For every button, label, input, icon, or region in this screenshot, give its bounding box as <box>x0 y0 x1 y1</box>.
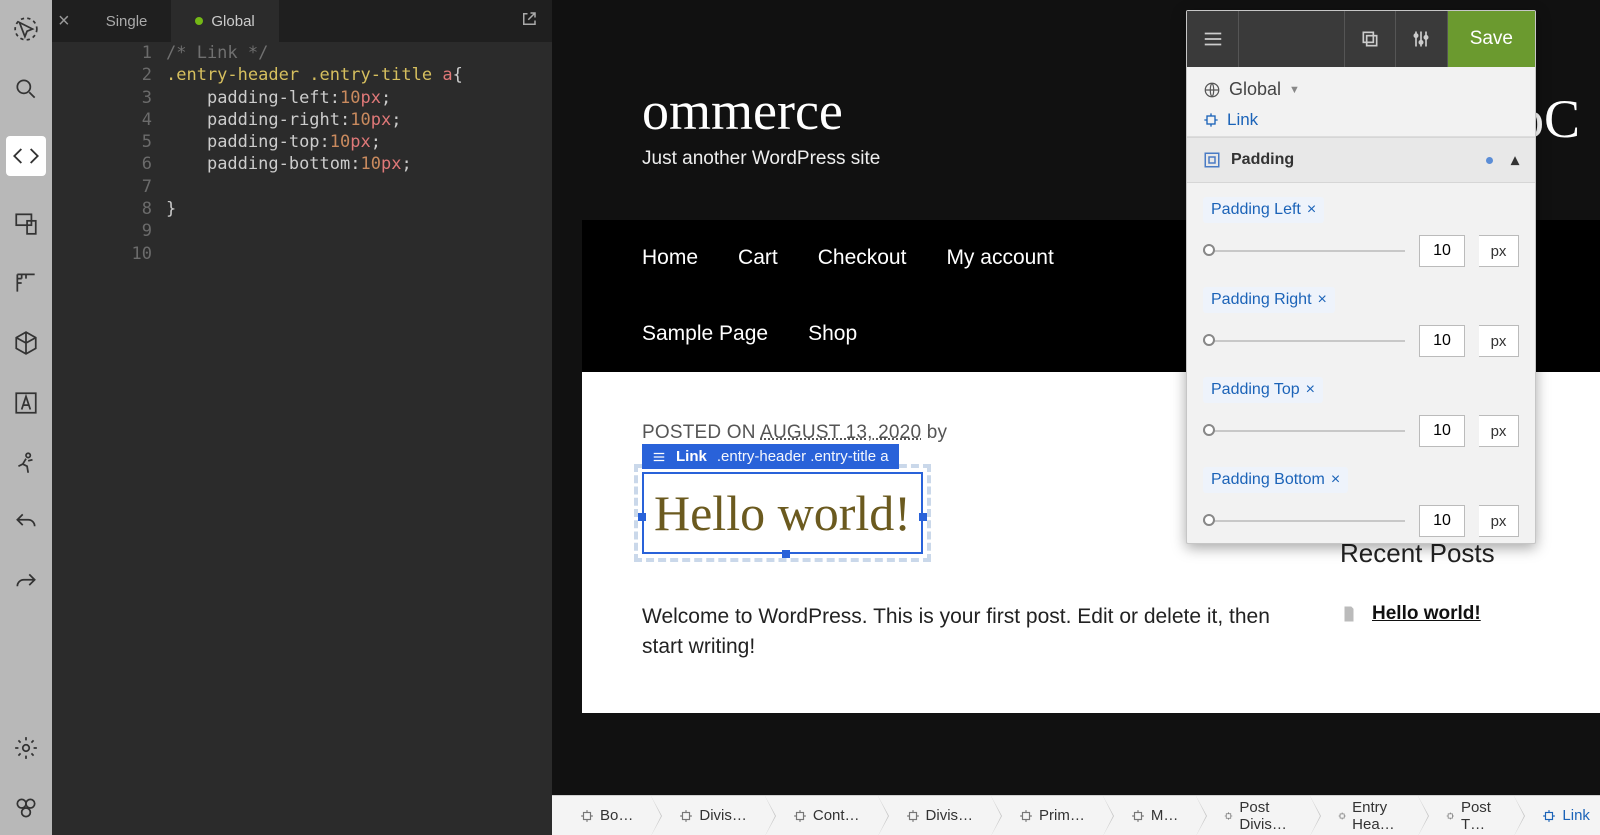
breadcrumb-item[interactable]: Bo… <box>552 796 651 835</box>
recent-post-item[interactable]: Hello world! <box>1340 603 1600 625</box>
line-gutter: 12345678910 <box>52 42 162 265</box>
target-icon <box>1203 112 1219 128</box>
code-tabs: × Single Global <box>52 0 552 42</box>
remove-icon[interactable]: × <box>1306 381 1315 399</box>
tab-global[interactable]: Global <box>171 0 278 42</box>
breadcrumb-item[interactable]: Link <box>1514 796 1600 835</box>
padding-chip[interactable]: Padding Bottom × <box>1203 467 1348 493</box>
padding-slider[interactable] <box>1203 250 1405 252</box>
tab-single[interactable]: Single <box>82 0 172 42</box>
padding-slider[interactable] <box>1203 340 1405 342</box>
nav-sample[interactable]: Sample Page <box>642 296 768 372</box>
remove-icon[interactable]: × <box>1331 471 1340 489</box>
section-padding[interactable]: Padding ▴ <box>1187 137 1535 183</box>
selector-link[interactable]: Link <box>1203 110 1519 130</box>
post-date[interactable]: AUGUST 13, 2020 <box>760 422 921 443</box>
redo-icon[interactable] <box>13 570 39 596</box>
padding-slider[interactable] <box>1203 430 1405 432</box>
tool-rail <box>0 0 52 835</box>
resize-handle[interactable] <box>782 550 790 558</box>
breadcrumb-item[interactable]: Post Divis… <box>1196 796 1310 835</box>
padding-value-input[interactable] <box>1419 505 1465 537</box>
scope-selector[interactable]: Global▼ <box>1203 79 1519 100</box>
selection-label[interactable]: Link .entry-header .entry-title a <box>642 444 899 469</box>
popout-icon[interactable] <box>520 10 538 33</box>
padding-value-input[interactable] <box>1419 325 1465 357</box>
entry-title-link[interactable]: Hello world! <box>642 472 923 554</box>
code-icon[interactable] <box>6 136 46 176</box>
ruler-icon[interactable] <box>13 270 39 296</box>
unit-select[interactable]: px <box>1479 415 1519 447</box>
padding-icon <box>1203 151 1221 169</box>
copy-icon[interactable] <box>1344 11 1396 67</box>
breadcrumb-item[interactable]: Divis… <box>651 796 765 835</box>
undo-icon[interactable] <box>13 510 39 536</box>
resize-handle[interactable] <box>638 513 646 521</box>
padding-chip[interactable]: Padding Left × <box>1203 197 1324 223</box>
remove-icon[interactable]: × <box>1307 201 1316 219</box>
post-body: Welcome to WordPress. This is your first… <box>642 602 1280 663</box>
breadcrumb-item[interactable]: Cont… <box>765 796 878 835</box>
modules-icon[interactable] <box>13 795 39 821</box>
breadcrumb-item[interactable]: Post T… <box>1418 796 1514 835</box>
nav-home[interactable]: Home <box>642 220 698 296</box>
breadcrumb-bar: Bo…Divis…Cont…Divis…Prim…M…Post Divis…En… <box>552 795 1600 835</box>
unsaved-dot-icon <box>195 17 203 25</box>
post-meta: POSTED ON AUGUST 13, 2020 by <box>642 422 1280 444</box>
breadcrumb-item[interactable]: M… <box>1103 796 1197 835</box>
remove-icon[interactable]: × <box>1318 291 1327 309</box>
globe-icon <box>1203 81 1221 99</box>
nav-cart[interactable]: Cart <box>738 220 778 296</box>
padding-slider[interactable] <box>1203 520 1405 522</box>
breadcrumb-item[interactable]: Prim… <box>991 796 1103 835</box>
devices-icon[interactable] <box>13 210 39 236</box>
padding-chip[interactable]: Padding Top × <box>1203 377 1323 403</box>
gear-icon[interactable] <box>13 735 39 761</box>
nav-shop[interactable]: Shop <box>808 296 857 372</box>
selected-element[interactable]: Link .entry-header .entry-title a Hello … <box>642 472 923 554</box>
resize-handle[interactable] <box>919 513 927 521</box>
breadcrumb-item[interactable]: Divis… <box>878 796 992 835</box>
page-icon <box>1340 605 1358 623</box>
unit-select[interactable]: px <box>1479 325 1519 357</box>
padding-value-input[interactable] <box>1419 235 1465 267</box>
font-icon[interactable] <box>13 390 39 416</box>
cube-icon[interactable] <box>13 330 39 356</box>
selector-tool-icon[interactable] <box>13 16 39 42</box>
unit-select[interactable]: px <box>1479 235 1519 267</box>
code-panel: × Single Global 12345678910 /* Link */ .… <box>52 0 552 835</box>
breadcrumb-item[interactable]: Entry Hea… <box>1310 796 1419 835</box>
search-icon[interactable] <box>13 76 39 102</box>
padding-chip[interactable]: Padding Right × <box>1203 287 1335 313</box>
run-icon[interactable] <box>13 450 39 476</box>
nav-account[interactable]: My account <box>946 220 1053 296</box>
unit-select[interactable]: px <box>1479 505 1519 537</box>
preview-pane: WooC ommerce Just another WordPress site… <box>552 0 1600 795</box>
save-button[interactable]: Save <box>1448 11 1535 67</box>
code-editor[interactable]: /* Link */ .entry-header .entry-title a{… <box>166 42 552 220</box>
modified-dot-icon <box>1486 157 1493 164</box>
close-icon[interactable]: × <box>58 10 70 33</box>
padding-value-input[interactable] <box>1419 415 1465 447</box>
menu-icon[interactable] <box>1187 11 1239 67</box>
sliders-icon[interactable] <box>1396 11 1448 67</box>
inspector-panel: Save Global▼ Link Padding ▴ Padding Left… <box>1186 10 1536 544</box>
nav-checkout[interactable]: Checkout <box>818 220 907 296</box>
